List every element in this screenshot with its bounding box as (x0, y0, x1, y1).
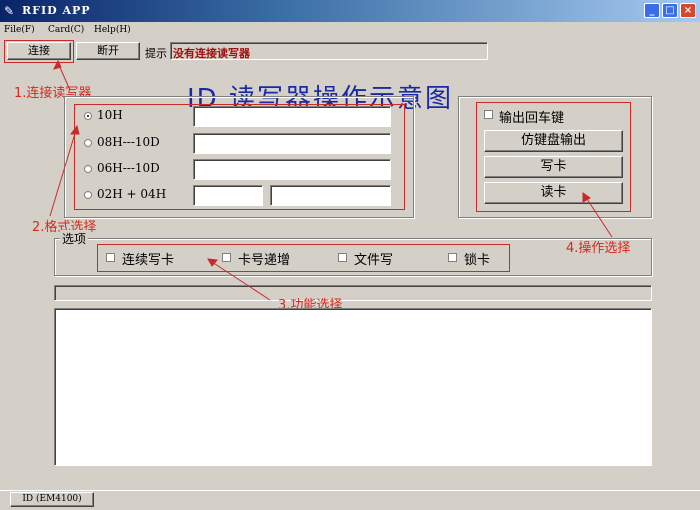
arrow-format (49, 129, 77, 217)
arrowhead-operation (582, 192, 591, 203)
arrowhead-connect (53, 59, 62, 70)
annotation-arrows (49, 59, 613, 301)
arrow-operation (584, 195, 613, 238)
arrowhead-format (70, 124, 80, 135)
arrow-function (211, 261, 271, 301)
